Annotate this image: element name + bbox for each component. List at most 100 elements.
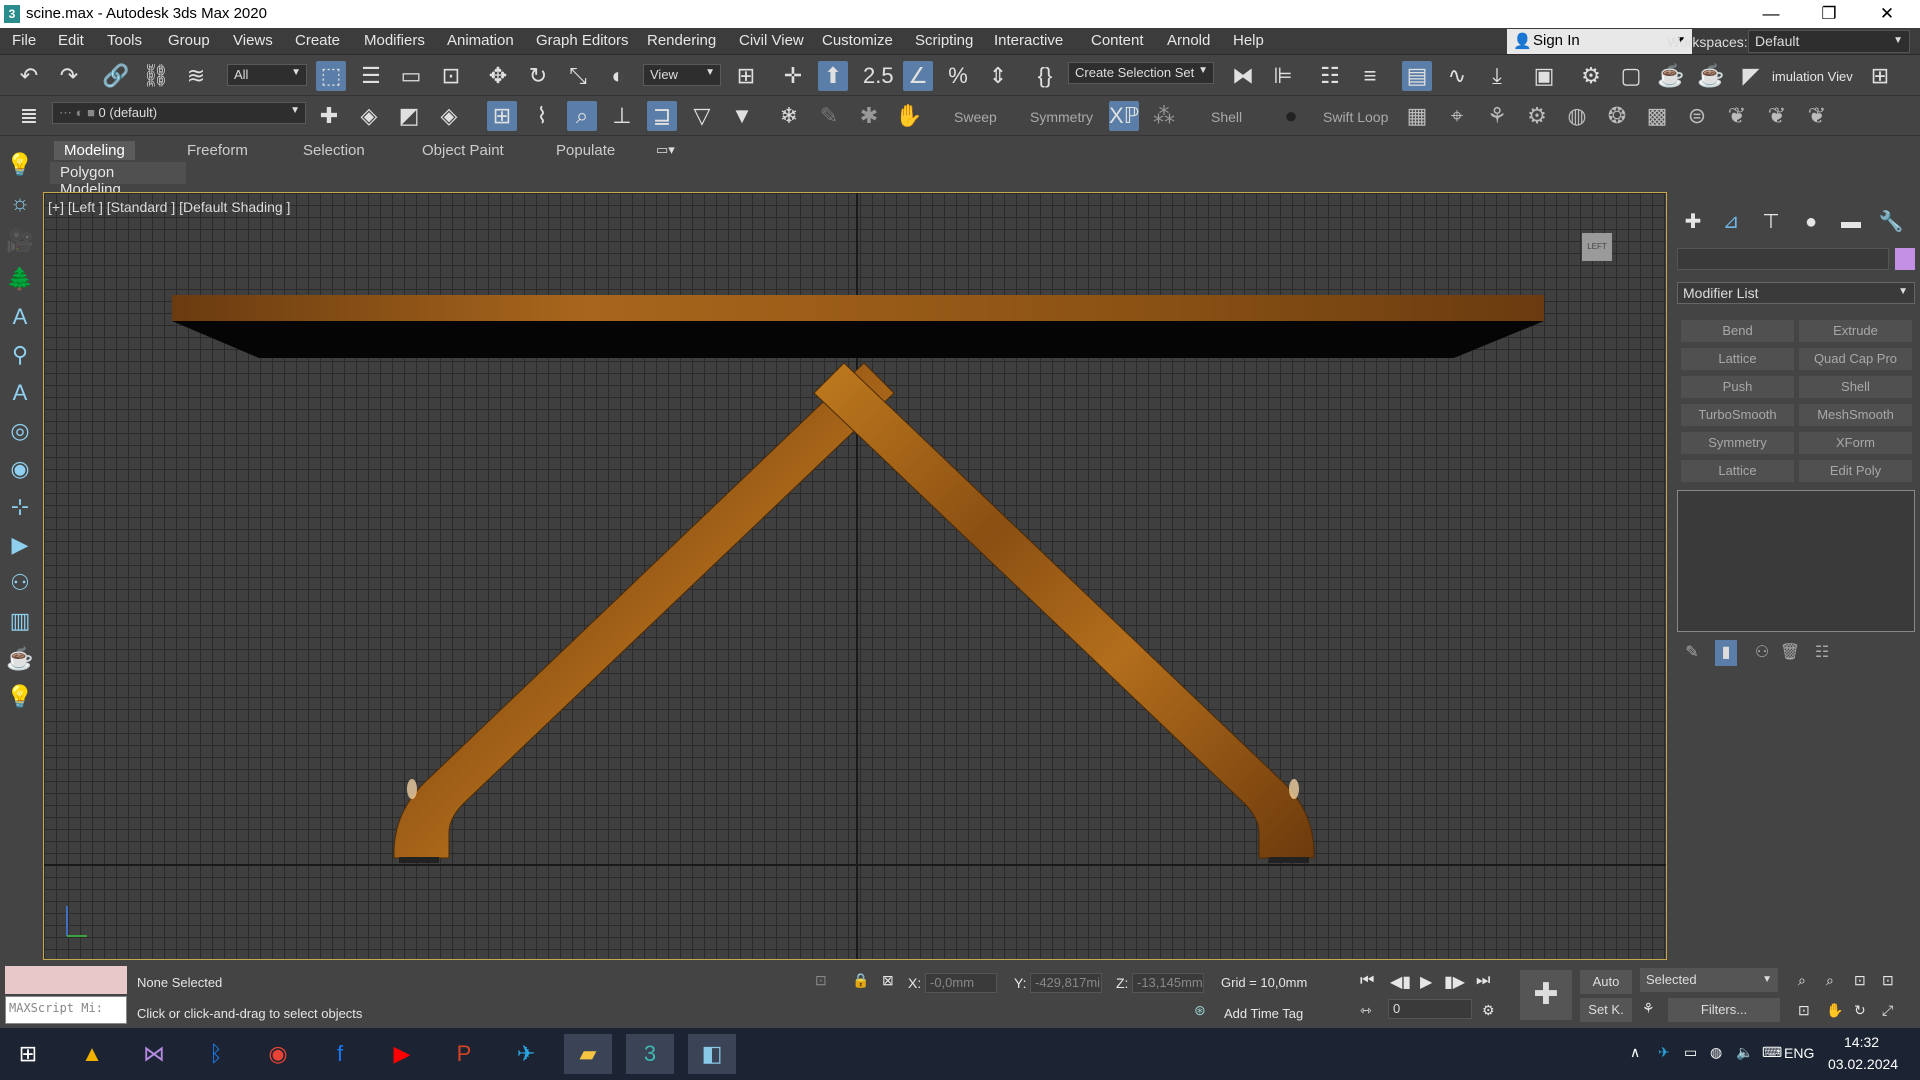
- bind-spacewarp-icon[interactable]: ≋: [181, 61, 211, 91]
- create-layer-icon[interactable]: ✚: [314, 101, 344, 131]
- helper-icon[interactable]: ⊹: [5, 492, 35, 522]
- zoom-extents-icon[interactable]: ⊡: [1854, 972, 1866, 989]
- visual-studio-icon[interactable]: ⋈: [130, 1034, 178, 1074]
- named-selection-dropdown[interactable]: Create Selection Set ▼: [1068, 62, 1214, 84]
- menu-group[interactable]: Group: [168, 32, 210, 49]
- select-in-layer-icon[interactable]: ◩: [394, 101, 424, 131]
- selection-filter-dropdown[interactable]: All ▼: [227, 64, 307, 86]
- render-setup-icon[interactable]: ⚙: [1576, 61, 1606, 91]
- volume-icon[interactable]: 🔈: [1736, 1044, 1753, 1061]
- layer-manager-icon[interactable]: ≣: [14, 101, 44, 131]
- symmetry-button[interactable]: Symmetry: [1030, 109, 1093, 125]
- time-configuration-icon[interactable]: ⚙: [1482, 1002, 1495, 1019]
- modifier-edit-poly-button[interactable]: Edit Poly: [1799, 460, 1912, 482]
- modifier-shell-button[interactable]: Shell: [1799, 376, 1912, 398]
- menu-create[interactable]: Create: [295, 32, 340, 49]
- menu-interactive[interactable]: Interactive: [994, 32, 1063, 49]
- pan-icon[interactable]: ✋: [1826, 1002, 1843, 1019]
- facebook-icon[interactable]: f: [316, 1034, 364, 1074]
- remove-modifier-icon[interactable]: 🗑: [1779, 640, 1801, 666]
- modify-tab-icon[interactable]: ⊿: [1717, 208, 1745, 236]
- modifier-symmetry-button[interactable]: Symmetry: [1681, 432, 1794, 454]
- plant-icon[interactable]: ❦: [1802, 101, 1832, 131]
- rectangular-selection-icon[interactable]: ▭: [396, 61, 426, 91]
- tab-freeform[interactable]: Freeform: [177, 141, 258, 160]
- modifier-list-dropdown[interactable]: Modifier List ▼: [1677, 282, 1915, 304]
- curve-editor-icon[interactable]: ∿: [1442, 61, 1472, 91]
- stack-icon[interactable]: ⊜: [1682, 101, 1712, 131]
- globe-icon[interactable]: ◉: [5, 454, 35, 484]
- sign-in-button[interactable]: 👤 Sign In ▼: [1507, 29, 1692, 54]
- menu-scripting[interactable]: Scripting: [915, 32, 973, 49]
- x-coordinate-field[interactable]: -0,0mm: [925, 973, 997, 993]
- object-color-swatch[interactable]: [1895, 248, 1915, 270]
- modifier-lattice-2-button[interactable]: Lattice: [1681, 460, 1794, 482]
- modifier-lattice-button[interactable]: Lattice: [1681, 348, 1794, 370]
- zoom-extents-all-icon[interactable]: ⊡: [1882, 972, 1894, 989]
- add-time-tag[interactable]: Add Time Tag: [1224, 1006, 1303, 1021]
- minimize-button[interactable]: —: [1748, 0, 1794, 28]
- simulation-view-label[interactable]: imulation Viev: [1772, 69, 1853, 84]
- arnold-render-icon[interactable]: ◤: [1736, 61, 1766, 91]
- figure-icon[interactable]: ⚲: [5, 340, 35, 370]
- link-icon[interactable]: 🔗: [101, 61, 131, 91]
- battery-icon[interactable]: ▭: [1684, 1044, 1697, 1061]
- move-icon[interactable]: ✥: [483, 61, 513, 91]
- leaf-icon[interactable]: ❦: [1722, 101, 1752, 131]
- redo-icon[interactable]: ↷: [54, 61, 84, 91]
- sun-icon[interactable]: ☼: [5, 188, 35, 218]
- select-manipulate-icon[interactable]: ✛: [778, 61, 808, 91]
- keyboard-shortcut-toggle-icon[interactable]: ⬆: [818, 61, 848, 91]
- display-tab-icon[interactable]: ▬: [1837, 208, 1865, 236]
- checker-icon[interactable]: ▩: [1642, 101, 1672, 131]
- scene-explorer-icon[interactable]: ☷: [1315, 61, 1345, 91]
- set-key-icon[interactable]: ✚: [1520, 970, 1572, 1020]
- lock-selection-icon[interactable]: 🔒: [852, 972, 869, 989]
- align-icon[interactable]: ⊫: [1268, 61, 1298, 91]
- maxscript-listener[interactable]: MAXScript Mi:: [5, 996, 127, 1024]
- teapot-icon[interactable]: ☕: [5, 644, 35, 674]
- previous-frame-icon[interactable]: ◀▮: [1390, 972, 1411, 992]
- swift-loop-button[interactable]: Swift Loop: [1323, 109, 1388, 125]
- shell-button[interactable]: Shell: [1211, 109, 1242, 125]
- motion-tab-icon[interactable]: ●: [1797, 208, 1825, 236]
- bulb-icon[interactable]: 💡: [5, 682, 35, 712]
- edge-snap-icon[interactable]: ⊒: [647, 101, 677, 131]
- toggle-ribbon-icon[interactable]: ▤: [1402, 61, 1432, 91]
- light-icon[interactable]: 💡: [5, 150, 35, 180]
- text-shape-icon[interactable]: A: [5, 378, 35, 408]
- tree-icon[interactable]: 🌲: [5, 264, 35, 294]
- select-by-name-icon[interactable]: ☰: [356, 61, 386, 91]
- tray-overflow-icon[interactable]: ∧: [1630, 1044, 1640, 1061]
- render-icon[interactable]: ▶: [5, 530, 35, 560]
- hair-icon[interactable]: ⁂: [1149, 101, 1179, 131]
- absolute-mode-icon[interactable]: ⊠: [882, 972, 894, 989]
- endpoint-snap-icon[interactable]: ⌕: [567, 101, 597, 131]
- filters-button[interactable]: Filters...: [1668, 998, 1780, 1022]
- menu-rendering[interactable]: Rendering: [647, 32, 716, 49]
- unlink-icon[interactable]: ⛓: [141, 61, 171, 91]
- make-unique-icon[interactable]: ⚇: [1751, 640, 1773, 666]
- show-end-result-icon[interactable]: ▮: [1715, 640, 1737, 666]
- modifier-xform-button[interactable]: XForm: [1799, 432, 1912, 454]
- hierarchy-tab-icon[interactable]: ⊤: [1757, 208, 1785, 236]
- snaps-toggle-icon[interactable]: 2.5: [863, 61, 894, 91]
- spinner-snap-icon[interactable]: ⇕: [983, 61, 1013, 91]
- tab-selection[interactable]: Selection: [293, 141, 375, 160]
- maxscript-output[interactable]: [5, 966, 127, 994]
- text-icon[interactable]: A: [5, 302, 35, 332]
- clock-date[interactable]: 03.02.2024: [1828, 1056, 1898, 1072]
- angle-snap-icon[interactable]: ∠: [903, 61, 933, 91]
- next-frame-icon[interactable]: ▮▶: [1444, 972, 1465, 992]
- polygon-modeling-panel[interactable]: Polygon Modeling: [50, 162, 186, 198]
- sphere-icon[interactable]: ●: [1276, 101, 1306, 131]
- set-key-button[interactable]: Set K.: [1580, 998, 1632, 1022]
- panel-icon[interactable]: ▥: [5, 606, 35, 636]
- menu-graph-editors[interactable]: Graph Editors: [536, 32, 629, 49]
- close-button[interactable]: ✕: [1864, 0, 1910, 28]
- clock-time[interactable]: 14:32: [1844, 1034, 1879, 1050]
- youtube-icon[interactable]: ▶: [378, 1034, 426, 1074]
- telegram-icon[interactable]: ✈: [502, 1034, 550, 1074]
- select-object-icon[interactable]: ⬚: [316, 61, 346, 91]
- camera-icon[interactable]: 🎥: [5, 226, 35, 256]
